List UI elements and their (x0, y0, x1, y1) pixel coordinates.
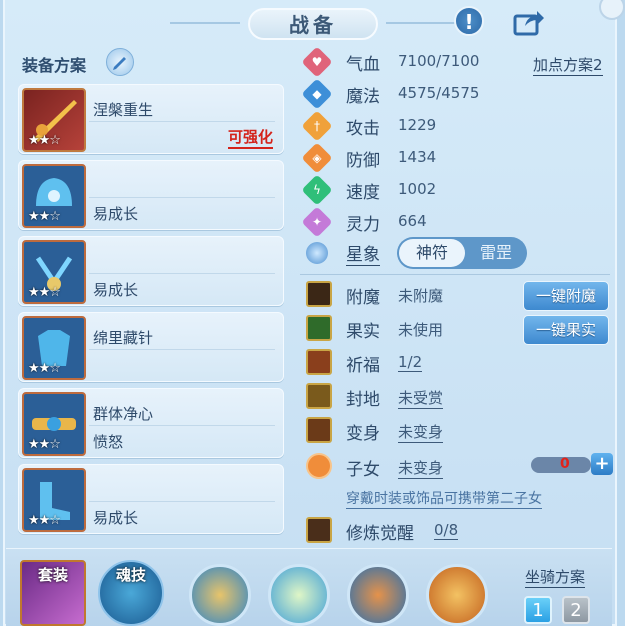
equip-plan-title: 装备方案 (22, 56, 87, 75)
blessing-icon (306, 349, 332, 375)
strike-skill-icon[interactable] (426, 564, 488, 626)
spirit-icon: ✦ (301, 206, 333, 238)
equipment-card[interactable]: ★★☆ 群体净心 愤怒 (18, 388, 284, 458)
exclamation-icon[interactable]: ! (454, 6, 484, 36)
toggle-option-shenfu[interactable]: 神符 (399, 239, 465, 267)
row-cultivation: 修炼觉醒 0/8 (306, 517, 606, 545)
mount-plan-label[interactable]: 坐骑方案 (525, 566, 586, 588)
heart-icon: ♥ (301, 46, 333, 78)
row-blessing: 祈福 1/2 (306, 349, 606, 377)
necklace-icon: ★★☆ (22, 240, 86, 304)
mana-icon: ◆ (301, 78, 333, 110)
mount-plan-1-button[interactable]: 1 (524, 596, 552, 624)
mount-plan-2-button[interactable]: 2 (562, 596, 590, 624)
card-divider (89, 273, 275, 274)
boots-icon: ★★☆ (22, 468, 86, 532)
fruit-icon (306, 315, 332, 341)
section-divider (300, 274, 610, 275)
card-divider (89, 197, 275, 198)
belt-icon: ★★☆ (22, 392, 86, 456)
stat-spirit: ✦ 灵力 664 (301, 206, 606, 238)
weapon-spear-icon: ★★☆ (22, 88, 86, 152)
star-sign-icon (306, 242, 328, 264)
star-sign-label[interactable]: 星象 (346, 240, 380, 266)
equipment-name: 涅槃重生 (93, 101, 154, 119)
edit-plan-button[interactable] (106, 48, 134, 76)
equipment-card[interactable]: ★★☆ 易成长 (18, 236, 284, 306)
lightning-icon: ϟ (301, 174, 333, 206)
row-fief: 封地 未受赏 (306, 383, 606, 411)
card-divider (89, 349, 275, 350)
title-decoration-left (170, 22, 240, 24)
fief-icon (306, 383, 332, 409)
equipment-name: 群体净心 (93, 405, 154, 423)
stat-attack: † 攻击 1229 (301, 110, 606, 142)
warrior-skill-icon[interactable] (347, 564, 409, 626)
pencil-icon (113, 57, 126, 70)
page-title: 战备 (248, 8, 378, 40)
card-divider (89, 501, 275, 502)
figure-skill-icon[interactable] (189, 564, 251, 626)
second-child-hint[interactable]: 穿戴时装或饰品可携带第二子女 (346, 488, 542, 509)
equipment-card[interactable]: ★★☆ 绵里藏针 (18, 312, 284, 382)
toggle-option-leigang[interactable]: 雷罡 (467, 239, 525, 267)
sword-icon: † (301, 110, 333, 142)
add-child-button[interactable]: + (591, 453, 613, 475)
helmet-icon: ★★☆ (22, 164, 86, 228)
share-icon[interactable] (513, 8, 545, 36)
one-click-enchant-button[interactable]: 一键附魔 (523, 281, 609, 311)
enchant-icon (306, 281, 332, 307)
child-icon (306, 453, 332, 479)
star-sign-toggle[interactable]: 神符 雷罡 (397, 237, 527, 269)
upgradeable-link[interactable]: 可强化 (227, 126, 273, 149)
card-divider (89, 121, 275, 122)
stat-mp: ◆ 魔法 4575/4575 (301, 78, 606, 110)
equipment-card[interactable]: ★★☆ 易成长 (18, 160, 284, 230)
equipment-name: 绵里藏针 (93, 329, 154, 347)
soul-skill-button[interactable]: 魂技 (98, 560, 164, 626)
title-decoration-right (386, 22, 456, 24)
armor-icon: ★★☆ (22, 316, 86, 380)
stat-speed: ϟ 速度 1002 (301, 174, 606, 206)
stat-defense: ◈ 防御 1434 (301, 142, 606, 174)
card-divider (89, 425, 275, 426)
equipment-attribute: 易成长 (93, 205, 139, 223)
suit-button[interactable]: 套装 (20, 560, 86, 626)
leaf-skill-icon[interactable] (268, 564, 330, 626)
equipment-attribute: 易成长 (93, 509, 139, 527)
one-click-fruit-button[interactable]: 一键果实 (523, 315, 609, 345)
add-point-plan-link[interactable]: 加点方案2 (533, 54, 603, 76)
row-transform: 变身 未变身 (306, 417, 606, 445)
cultivation-icon (306, 517, 332, 543)
close-button[interactable] (599, 0, 625, 20)
equipment-card[interactable]: ★★☆ 涅槃重生 可强化 (18, 84, 284, 154)
child-count: 0 (560, 456, 570, 472)
battle-prep-window: 战备 ! 装备方案 ★★☆ 涅槃重生 可强化 ★★☆ 易成长 ★★☆ 易成长 ★… (0, 0, 625, 626)
equipment-attribute: 愤怒 (93, 433, 124, 451)
shield-icon: ◈ (301, 142, 333, 174)
transform-icon (306, 417, 332, 443)
equipment-attribute: 易成长 (93, 281, 139, 299)
equipment-card[interactable]: ★★☆ 易成长 (18, 464, 284, 534)
